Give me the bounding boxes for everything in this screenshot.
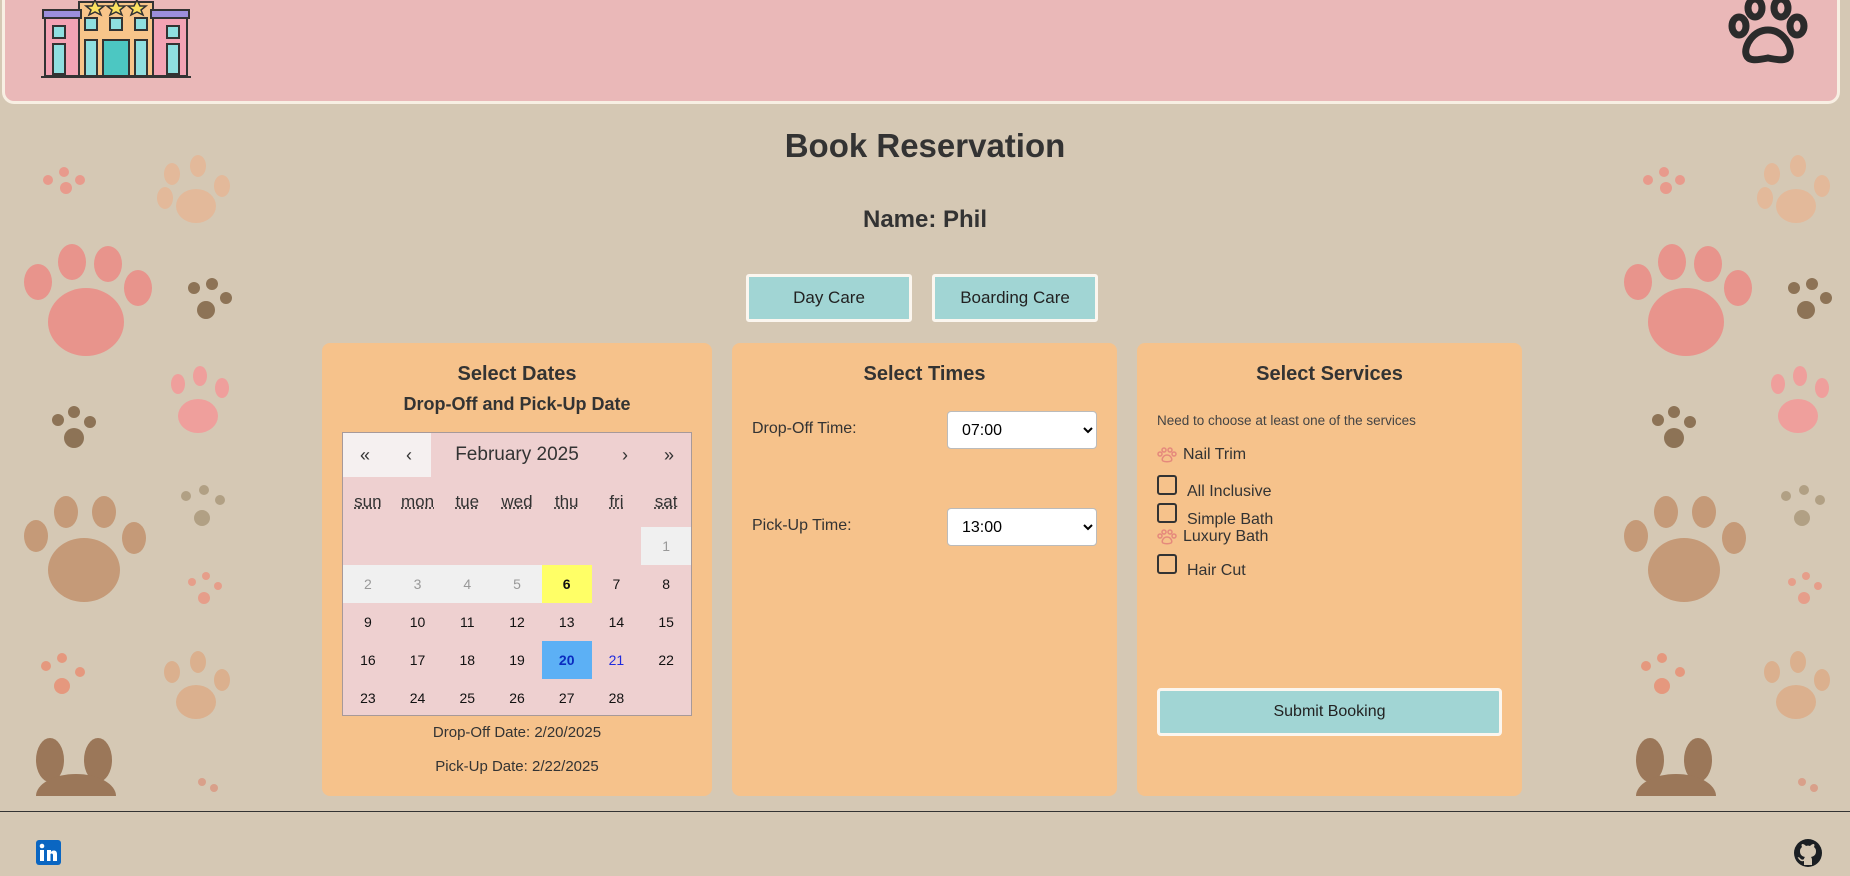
checkbox[interactable]: [1157, 554, 1177, 574]
calendar-day[interactable]: 19: [492, 641, 542, 679]
weekday-label: tue: [455, 492, 480, 511]
calendar-day[interactable]: 25: [442, 679, 492, 717]
calendar-day-disabled: 2: [343, 565, 393, 603]
hotel-logo-icon[interactable]: [41, 0, 191, 80]
dropoff-date-text: Drop-Off Date: 2/20/2025: [432, 724, 602, 741]
dates-subheading: Drop-Off and Pick-Up Date: [403, 394, 631, 414]
calendar-day[interactable]: 17: [393, 641, 443, 679]
calendar-day[interactable]: 13: [542, 603, 592, 641]
calendar-day[interactable]: 27: [542, 679, 592, 717]
calendar-day[interactable]: 16: [343, 641, 393, 679]
weekday-label: thu: [554, 492, 579, 511]
calendar-empty-cell: [393, 527, 443, 565]
checkbox[interactable]: [1157, 503, 1177, 523]
weekday-label: sat: [654, 492, 678, 511]
calendar-day[interactable]: 18: [442, 641, 492, 679]
calendar-day[interactable]: 12: [492, 603, 542, 641]
service-label: Hair Cut: [1187, 562, 1246, 579]
date-calendar: « ‹ February 2025 › » sun mon tue wed th…: [342, 432, 692, 716]
dates-heading: Select Dates: [457, 363, 577, 385]
submit-booking-button[interactable]: Submit Booking: [1157, 688, 1502, 736]
paw-pattern-right: [1624, 155, 1832, 796]
calendar-empty-cell: [542, 527, 592, 565]
calendar-empty-cell: [442, 527, 492, 565]
calendar-month-label[interactable]: February 2025: [431, 433, 603, 477]
service-simple-bath[interactable]: Simple Bath: [1157, 497, 1273, 529]
service-label: Simple Bath: [1187, 511, 1274, 528]
day-care-button[interactable]: Day Care: [746, 274, 912, 322]
weekday-label: mon: [401, 492, 435, 511]
calendar-day-disabled: 4: [442, 565, 493, 603]
weekday-label: wed: [501, 492, 533, 511]
services-note: Need to choose at least one of the servi…: [1157, 413, 1416, 428]
services-heading: Select Services: [1256, 363, 1403, 385]
linkedin-icon[interactable]: [36, 840, 61, 865]
checkbox[interactable]: [1157, 475, 1177, 495]
prev-month-button[interactable]: ‹: [387, 433, 431, 477]
paw-icon[interactable]: [1727, 0, 1809, 66]
service-hair-cut[interactable]: Hair Cut: [1157, 548, 1246, 580]
service-label: Luxury Bath: [1183, 528, 1269, 545]
prev-year-button[interactable]: «: [343, 433, 387, 477]
calendar-day[interactable]: 15: [641, 603, 691, 641]
weekday-label: fri: [609, 492, 624, 511]
calendar-days: 1 2 3 4 5 6 7 8 9 10 11 12 13 14 15 16 1…: [343, 527, 691, 717]
paw-checked-icon: [1157, 447, 1177, 463]
pickup-date-text: Pick-Up Date: 2/22/2025: [435, 758, 599, 775]
times-heading: Select Times: [863, 363, 986, 385]
pickup-time-select[interactable]: 13:00: [947, 508, 1097, 546]
service-nail-trim[interactable]: Nail Trim: [1157, 446, 1246, 464]
service-label: Nail Trim: [1183, 446, 1247, 463]
calendar-day[interactable]: 11: [442, 603, 492, 641]
dropoff-time-label: Drop-Off Time:: [752, 420, 857, 437]
calendar-day[interactable]: 9: [343, 603, 393, 641]
dropoff-time-select[interactable]: 07:00: [947, 411, 1097, 449]
calendar-day-range[interactable]: 21: [592, 641, 642, 679]
paw-checked-icon: [1157, 529, 1177, 545]
calendar-day-selected[interactable]: 20: [541, 641, 592, 679]
calendar-empty-cell: [343, 527, 393, 565]
next-year-button[interactable]: »: [647, 433, 691, 477]
calendar-empty-cell: [492, 527, 542, 565]
calendar-day-disabled: 3: [392, 565, 443, 603]
calendar-day[interactable]: 26: [492, 679, 542, 717]
weekday-label: sun: [354, 492, 382, 511]
weekday-header: sun mon tue wed thu fri sat: [343, 477, 691, 527]
calendar-day-disabled: 1: [641, 527, 691, 565]
paw-pattern-left: [24, 155, 232, 796]
calendar-day[interactable]: 14: [592, 603, 642, 641]
calendar-day[interactable]: 10: [393, 603, 443, 641]
page-title: Book Reservation: [784, 127, 1066, 164]
calendar-day[interactable]: 23: [343, 679, 393, 717]
calendar-day-disabled: 5: [492, 565, 542, 603]
calendar-empty-cell: [592, 527, 642, 565]
calendar-day[interactable]: 7: [592, 565, 642, 603]
github-icon[interactable]: [1793, 838, 1823, 868]
calendar-day[interactable]: 22: [641, 641, 691, 679]
calendar-navigation: « ‹ February 2025 › »: [343, 433, 691, 477]
service-luxury-bath[interactable]: Luxury Bath: [1157, 528, 1268, 546]
pickup-time-label: Pick-Up Time:: [752, 517, 852, 534]
calendar-day[interactable]: 28: [592, 679, 642, 717]
boarding-care-button[interactable]: Boarding Care: [932, 274, 1098, 322]
calendar-day-today[interactable]: 6: [541, 565, 592, 603]
footer-divider: [0, 811, 1850, 812]
calendar-day[interactable]: 8: [641, 565, 691, 603]
next-month-button[interactable]: ›: [603, 433, 647, 477]
header-bar: [2, 0, 1840, 104]
calendar-day[interactable]: 24: [393, 679, 443, 717]
customer-name: Name: Phil: [862, 206, 988, 233]
